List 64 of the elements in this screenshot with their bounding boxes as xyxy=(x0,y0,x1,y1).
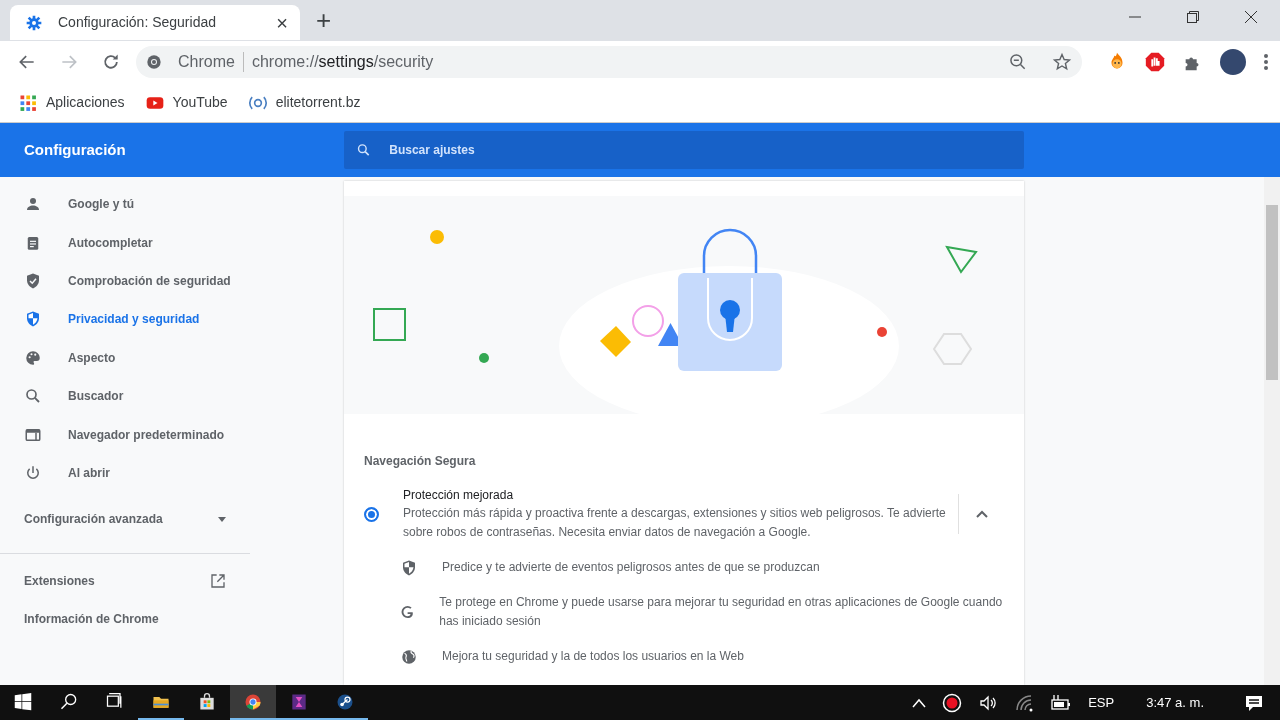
external-link-icon xyxy=(210,572,226,589)
dropdown-caret-icon xyxy=(218,516,226,522)
battery-plug-icon[interactable] xyxy=(1050,692,1073,713)
new-tab-button[interactable]: + xyxy=(316,4,332,36)
browser-tab[interactable]: Configuración: Seguridad × xyxy=(10,5,300,40)
address-bar[interactable]: Chrome chrome://settings/security xyxy=(136,46,1082,78)
windows-logo-icon xyxy=(14,692,32,711)
reload-icon xyxy=(101,52,121,72)
settings-title: Configuración xyxy=(23,139,127,160)
search-icon xyxy=(59,691,79,712)
sidebar-item[interactable]: Autocompletar xyxy=(0,223,250,262)
bookmark-link[interactable]: YouTube xyxy=(138,88,234,117)
search-icon xyxy=(356,142,372,158)
shield-check-icon xyxy=(24,271,42,290)
restore-icon xyxy=(1187,11,1199,23)
feature-text: Predice y te advierte de eventos peligrosos antes de que se produzcan xyxy=(442,559,820,576)
feature-text: Te protege en Chrome y puede usarse para mejorar tu seguridad en otras aplicaciones de Google cuando has iniciado sesión xyxy=(439,594,1004,630)
gear-icon xyxy=(26,14,42,31)
sidebar-item[interactable]: Comprobación de seguridad xyxy=(0,261,250,301)
url-text: chrome://settings/security xyxy=(251,52,434,72)
more-menu-icon[interactable] xyxy=(1262,52,1270,72)
section-heading: Navegación Segura xyxy=(363,453,477,470)
profile-avatar[interactable] xyxy=(1220,49,1246,75)
google-g-icon xyxy=(400,603,416,621)
bookmark-link[interactable]: Aplicaciones xyxy=(12,88,131,117)
shield-icon xyxy=(24,310,42,329)
input-language[interactable]: ESP xyxy=(1088,692,1115,713)
browser-logo-icon xyxy=(146,54,162,70)
clock[interactable]: 3:47 a. m. xyxy=(1146,692,1204,713)
sidebar-item[interactable]: Buscador xyxy=(0,376,250,416)
zoom-out-icon[interactable] xyxy=(1008,52,1028,72)
sidebar-link[interactable]: Extensiones xyxy=(0,561,250,600)
stop-hand-icon[interactable] xyxy=(1144,51,1166,73)
star-icon[interactable] xyxy=(1052,52,1072,72)
feature-text: Mejora tu seguridad y la de todos los usuarios en la Web xyxy=(442,648,744,665)
sidebar-item[interactable]: Google y tú xyxy=(0,185,250,224)
option-description: Protección más rápida y proactiva frente a descargas, extensiones y sitios web peligrosos. Te advierte sobre robos de contraseñas. Necesita enviar datos de navegación a Google. xyxy=(403,505,947,541)
sidebar-item[interactable]: Al abrir xyxy=(0,453,250,493)
palette-icon xyxy=(24,348,42,367)
sidebar-link[interactable]: Información de Chrome xyxy=(0,599,250,639)
shield-icon xyxy=(400,558,418,577)
close-tab-button[interactable]: × xyxy=(276,7,288,38)
search-bar[interactable]: Buscar ajustes xyxy=(344,131,1024,169)
chevron-icon xyxy=(975,510,988,518)
tab-title: Configuración: Seguridad xyxy=(58,13,217,32)
radio-button[interactable] xyxy=(364,506,379,522)
scrollbar[interactable] xyxy=(1264,177,1280,685)
scrollbar-thumb[interactable] xyxy=(1266,205,1278,380)
sidebar-item[interactable]: Privacidad y seguridad xyxy=(0,300,250,339)
record-icon[interactable] xyxy=(942,692,963,713)
sidebar-item[interactable]: Navegador predeterminado xyxy=(0,415,250,454)
option-title: Protección mejorada xyxy=(403,487,515,504)
bookmark-link[interactable]: elitetorrent.bz xyxy=(241,88,367,117)
sidebar-item[interactable]: Aspecto xyxy=(0,338,250,377)
taskbar-app[interactable] xyxy=(230,685,276,720)
globe-icon xyxy=(400,647,418,666)
shopping-bag-icon xyxy=(197,691,217,712)
site-origin: Chrome xyxy=(178,52,235,72)
power-icon xyxy=(24,463,42,482)
chevron-up-icon[interactable] xyxy=(912,697,927,708)
wifi-icon[interactable] xyxy=(1014,692,1035,713)
advanced-settings-toggle[interactable]: Configuración avanzada xyxy=(0,500,250,539)
search-field[interactable]: Buscar ajustes xyxy=(387,140,1012,160)
close-icon xyxy=(1245,11,1257,23)
